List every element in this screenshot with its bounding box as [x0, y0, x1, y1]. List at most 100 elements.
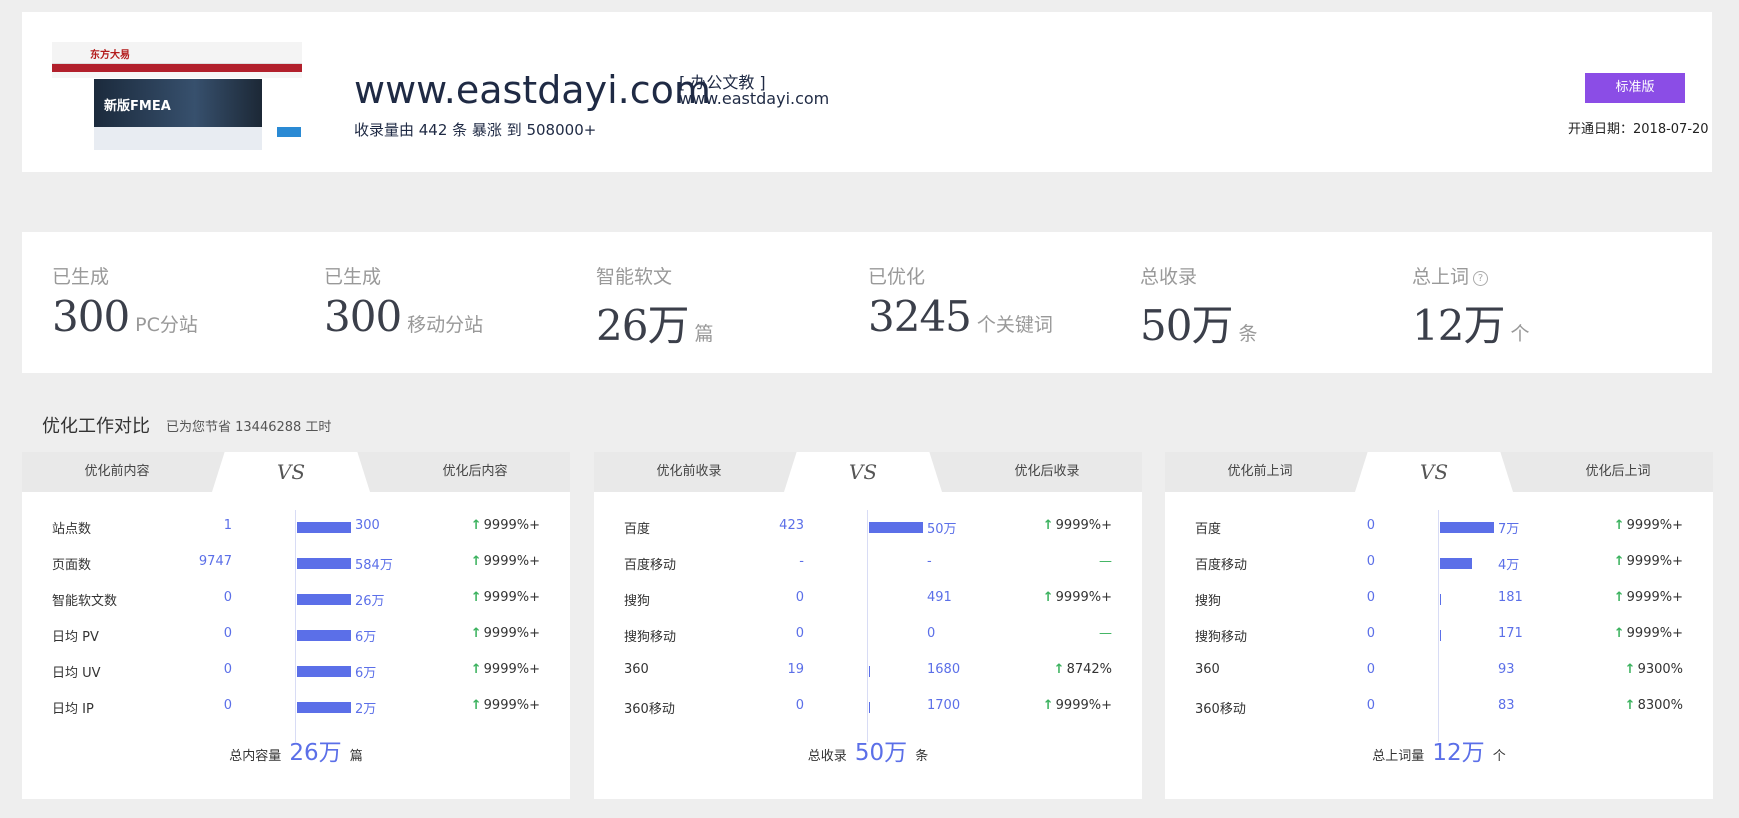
row-after: 93 — [1498, 662, 1515, 677]
version-button[interactable]: 标准版 — [1585, 73, 1685, 103]
stat-item: 智能软文 26万篇 — [596, 232, 866, 373]
row-bar — [869, 522, 923, 533]
site-thumbnail[interactable]: 东方大易 新版FMEA — [52, 42, 302, 152]
row-pct: ↑ 9999%+ — [471, 590, 540, 605]
row-before: 0 — [795, 698, 804, 713]
table-row: 页面数 9747 584万 ↑ 9999%+ — [22, 554, 570, 574]
stat-number: 3245 — [868, 292, 972, 341]
row-after: 1700 — [927, 698, 961, 713]
row-pct: ↑ 9999%+ — [1614, 590, 1683, 605]
total-value: 26万 — [289, 740, 342, 766]
table-row: 360 19 1680 ↑ 8742% — [594, 662, 1142, 682]
stat-label-text: 总上词 — [1412, 266, 1470, 288]
row-name: 百度移动 — [624, 558, 677, 573]
site-subdomain[interactable]: www.eastdayi.com — [679, 89, 829, 108]
stat-label: 已优化 — [868, 262, 925, 289]
arrow-up-icon: ↑ — [470, 626, 482, 641]
stat-label-text: 智能软文 — [596, 266, 673, 288]
table-row: 日均 IP 0 2万 ↑ 9999%+ — [22, 698, 570, 718]
arrow-up-icon: ↑ — [470, 518, 482, 533]
stat-unit: 移动分站 — [407, 314, 484, 336]
arrow-up-icon: ↑ — [470, 662, 482, 677]
row-name: 360移动 — [1195, 702, 1246, 717]
arrow-up-icon: ↑ — [1613, 590, 1625, 605]
row-after: 171 — [1498, 626, 1523, 641]
thumb-content — [94, 127, 262, 150]
row-pct-value: 9999%+ — [483, 626, 540, 641]
row-pct-value: 9999%+ — [483, 698, 540, 713]
arrow-up-icon: ↑ — [470, 590, 482, 605]
total-label: 总上词量 — [1372, 749, 1425, 764]
row-bar — [297, 594, 351, 605]
vs-label: VS — [212, 452, 370, 492]
compare-panel: 优化前收录 VS 优化后收录 百度 423 50万 ↑ 9999%+ 百度移动 -… — [594, 452, 1142, 799]
arrow-up-icon: ↑ — [1042, 518, 1054, 533]
row-pct-value: 8742% — [1066, 662, 1112, 677]
section-subtitle: 已为您节省 13446288 工时 — [166, 420, 332, 435]
open-date: 开通日期：2018-07-20 — [1568, 122, 1709, 137]
row-name: 日均 PV — [52, 630, 99, 645]
row-before: 0 — [795, 590, 804, 605]
thumb-nav — [52, 64, 302, 72]
section-title: 优化工作对比 — [42, 416, 150, 437]
tab-before[interactable]: 优化前内容 — [22, 452, 212, 492]
row-name: 智能软文数 — [52, 594, 118, 609]
tab-after[interactable]: 优化后收录 — [952, 452, 1142, 492]
compare-panel: 优化前上词 VS 优化后上词 百度 0 7万 ↑ 9999%+ 百度移动 0 4万… — [1165, 452, 1713, 799]
stat-value: 26万篇 — [596, 292, 713, 353]
stat-number: 50万 — [1140, 301, 1233, 350]
total-label: 总收录 — [807, 749, 847, 764]
row-name: 搜狗 — [1195, 594, 1222, 609]
panel-total: 总内容量 26万 篇 — [22, 733, 570, 767]
site-domain[interactable]: www.eastdayi.com — [354, 68, 711, 112]
row-name: 360 — [624, 662, 649, 677]
row-before: 0 — [1366, 662, 1375, 677]
row-pct-value: 9999%+ — [1626, 626, 1683, 641]
row-pct: ↑ 9999%+ — [1614, 518, 1683, 533]
row-after: 491 — [927, 590, 952, 605]
stat-label: 智能软文 — [596, 262, 672, 289]
tab-before[interactable]: 优化前上词 — [1165, 452, 1355, 492]
row-pct: ↑ 9999%+ — [471, 698, 540, 713]
row-before: 0 — [223, 698, 232, 713]
row-before: 0 — [1366, 626, 1375, 641]
row-pct: ↑ 8742% — [1054, 662, 1112, 677]
row-after: 6万 — [355, 666, 377, 681]
row-after: 7万 — [1498, 522, 1520, 537]
tab-before[interactable]: 优化前收录 — [594, 452, 784, 492]
thumb-logo: 东方大易 — [90, 50, 130, 61]
row-bar — [1440, 594, 1441, 605]
row-pct: ↑ 9999%+ — [471, 626, 540, 641]
row-after: 4万 — [1498, 558, 1520, 573]
row-bar — [297, 522, 351, 533]
total-label: 总内容量 — [229, 749, 282, 764]
tab-after[interactable]: 优化后上词 — [1523, 452, 1713, 492]
row-after: 300 — [355, 518, 380, 533]
row-pct: ↑ 9999%+ — [1043, 518, 1112, 533]
site-header-card: 东方大易 新版FMEA www.eastdayi.com [ 办公文教 ] ww… — [22, 12, 1712, 172]
table-row: 搜狗移动 0 0 — — [594, 626, 1142, 646]
growth-text: 收录量由 442 条 暴涨 到 508000+ — [354, 121, 597, 139]
row-name: 搜狗移动 — [1195, 630, 1248, 645]
row-pct: ↑ 9999%+ — [1043, 590, 1112, 605]
table-row: 360 0 93 ↑ 9300% — [1165, 662, 1713, 682]
row-pct: ↑ 9999%+ — [471, 518, 540, 533]
row-name: 站点数 — [52, 522, 92, 537]
stat-unit: 个 — [1510, 323, 1530, 345]
row-bar — [1440, 558, 1472, 569]
row-before: 0 — [1366, 698, 1375, 713]
row-name: 搜狗移动 — [624, 630, 677, 645]
row-pct: ↑ 9300% — [1625, 662, 1683, 677]
row-before: 0 — [223, 662, 232, 677]
row-bar — [869, 666, 870, 677]
tab-after[interactable]: 优化后内容 — [380, 452, 570, 492]
vs-label: VS — [784, 452, 942, 492]
stat-label: 总收录 — [1140, 262, 1197, 289]
thumb-banner-text: 新版FMEA — [104, 99, 171, 114]
row-pct-value: 9999%+ — [1626, 590, 1683, 605]
thumb-badge — [277, 127, 301, 137]
arrow-up-icon: ↑ — [470, 554, 482, 569]
row-after: 26万 — [355, 594, 385, 609]
row-bar — [1440, 630, 1441, 641]
help-icon[interactable]: ? — [1473, 271, 1489, 286]
